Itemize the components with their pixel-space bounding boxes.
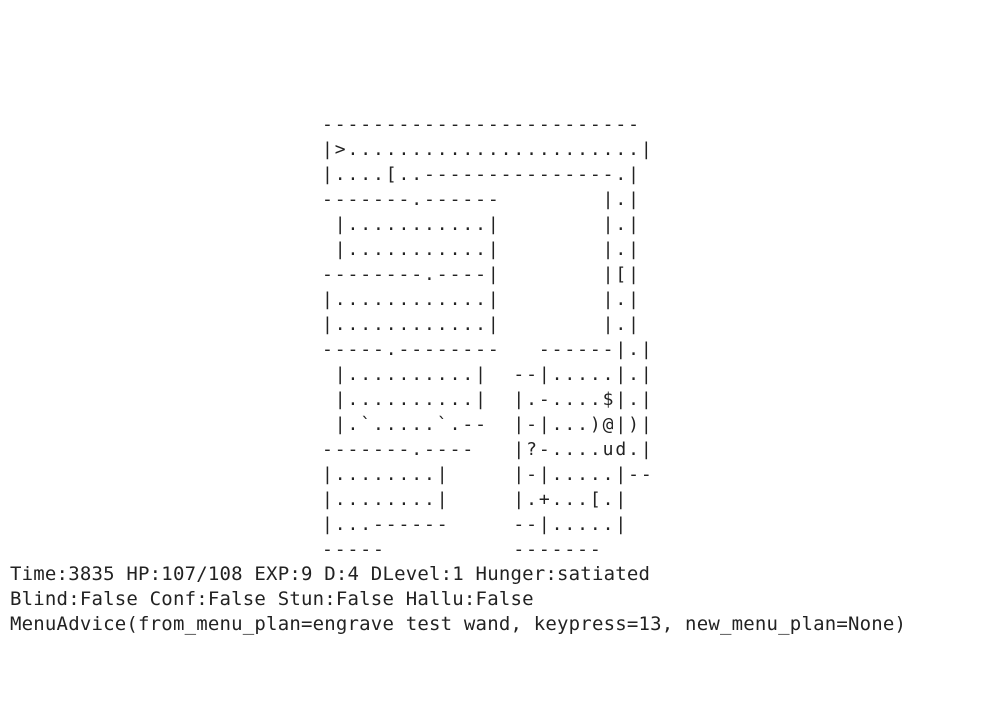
map-row: -------.---- |?-....ud.| <box>322 439 654 460</box>
map-row: |............| |.| <box>322 289 641 310</box>
map-row: -------.------ |.| <box>322 189 641 210</box>
map-row: |............| |.| <box>322 314 641 335</box>
dungeon-map: ------------------------- |>.............… <box>322 112 654 562</box>
status-line-conditions: Blind:False Conf:False Stun:False Hallu:… <box>10 588 534 610</box>
status-line-menu-advice: MenuAdvice(from_menu_plan=engrave test w… <box>10 613 907 635</box>
map-row: -----.-------- ------|.| <box>322 339 654 360</box>
map-row: |.`.....`.-- |-|...)@|)| <box>322 414 654 435</box>
map-row: |...------ --|.....| <box>322 514 629 535</box>
map-row: |........| |-|.....|-- <box>322 464 654 485</box>
map-row: |...........| |.| <box>322 239 641 260</box>
map-row: ------------------------- <box>322 114 641 135</box>
map-row: |..........| --|.....|.| <box>322 364 654 385</box>
map-row: |..........| |.-....$|.| <box>322 389 654 410</box>
map-row: |>.......................| <box>322 139 654 160</box>
map-row: |...........| |.| <box>322 214 641 235</box>
map-row: --------.----| |[| <box>322 264 641 285</box>
status-line-stats: Time:3835 HP:107/108 EXP:9 D:4 DLevel:1 … <box>10 563 651 585</box>
map-row: |....[..---------------.| <box>322 164 641 185</box>
map-row: |........| |.+...[.| <box>322 489 629 510</box>
status-panel: Time:3835 HP:107/108 EXP:9 D:4 DLevel:1 … <box>10 562 906 637</box>
map-row: ----- ------- <box>322 539 603 560</box>
